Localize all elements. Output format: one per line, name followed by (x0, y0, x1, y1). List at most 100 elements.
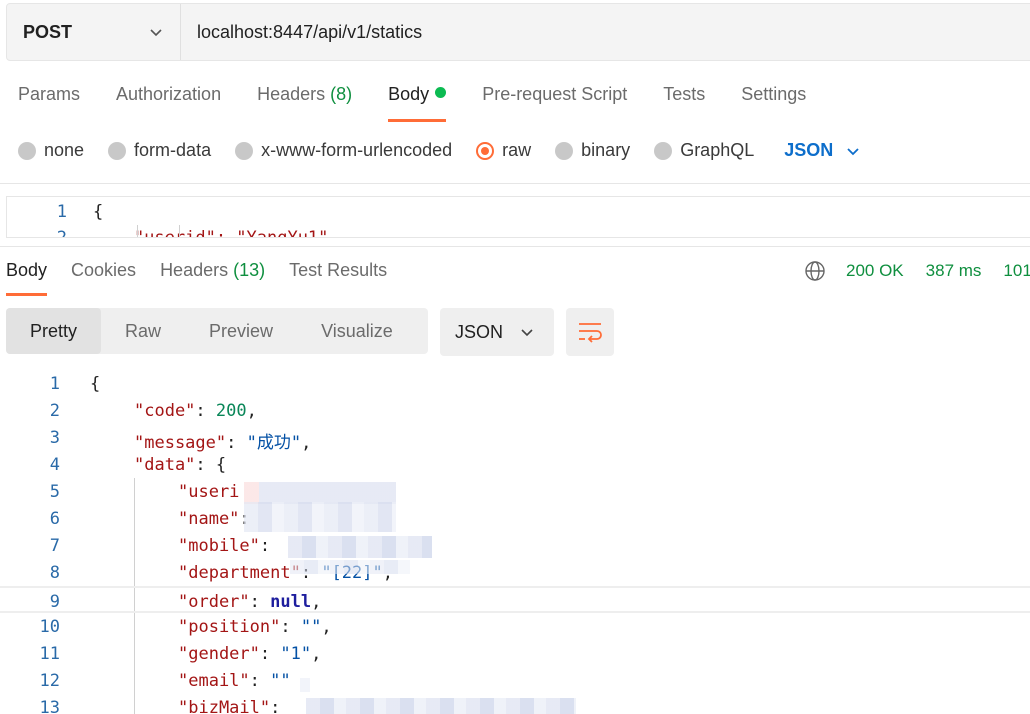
code-line-current: 9 "order": null, (0, 586, 1030, 613)
redacted-value (244, 482, 396, 504)
json-value: "" (300, 617, 322, 637)
radio-circle (235, 141, 254, 160)
response-time[interactable]: 387 ms (926, 261, 982, 281)
json-value: { (215, 455, 227, 475)
redacted-value (288, 536, 432, 558)
raw-format-label: JSON (784, 140, 834, 160)
line-number: 10 (39, 617, 60, 637)
tab-label: Headers (160, 260, 229, 280)
radio-none[interactable]: none (18, 140, 84, 161)
url-bar: POST localhost:8447/api/v1/statics (6, 3, 1030, 61)
tab-headers[interactable]: Headers (8) (257, 84, 352, 122)
line-number: 8 (49, 563, 60, 583)
radio-raw[interactable]: raw (476, 140, 531, 161)
response-format-select[interactable]: JSON (440, 308, 554, 356)
tab-label: Authorization (116, 84, 222, 104)
json-punct: , (311, 592, 322, 612)
tab-params[interactable]: Params (18, 84, 80, 122)
tab-label: Cookies (71, 260, 137, 280)
tab-response-headers[interactable]: Headers (13) (160, 260, 265, 296)
code-line: 10 "position": "", (0, 613, 1030, 640)
response-size[interactable]: 1012 (1003, 261, 1030, 281)
response-format-label: JSON (455, 321, 504, 342)
view-visualize[interactable]: Visualize (297, 308, 417, 354)
url-input[interactable]: localhost:8447/api/v1/statics (181, 22, 422, 43)
radio-circle (654, 141, 673, 160)
tab-tests[interactable]: Tests (663, 84, 705, 122)
response-tabs: Body Cookies Headers (13) Test Results (6, 260, 411, 296)
json-key: "position" (178, 617, 281, 637)
response-body-editor[interactable]: 1 { 2 "code": 200, 3 "message": "成功", 4 … (0, 370, 1030, 714)
json-key: "order" (178, 592, 250, 612)
json-key: "email" (178, 671, 250, 691)
request-body-editor[interactable]: 1 { 2 "userid": "YangYu1" (6, 196, 1030, 238)
brace: { (90, 374, 101, 394)
radio-label: form-data (134, 140, 212, 160)
radio-label: x-www-form-urlencoded (261, 140, 453, 160)
status-code[interactable]: 200 OK (846, 261, 904, 281)
tab-label: Body (6, 260, 48, 280)
wrap-lines-button[interactable] (566, 308, 614, 356)
radio-x-www-form-urlencoded[interactable]: x-www-form-urlencoded (235, 140, 452, 161)
radio-binary[interactable]: binary (555, 140, 630, 161)
code-line: 12 "email": "" (0, 667, 1030, 694)
json-value: "" (270, 671, 291, 691)
radio-circle (555, 141, 574, 160)
tab-authorization[interactable]: Authorization (116, 84, 221, 122)
method-select[interactable]: POST (7, 4, 181, 60)
code-line: 8 "department": "[22]", (0, 559, 1030, 586)
json-punct: , (311, 644, 322, 664)
line-number: 1 (49, 374, 60, 394)
divider (0, 246, 1030, 247)
view-pretty[interactable]: Pretty (6, 308, 102, 354)
line-number: 4 (49, 455, 60, 475)
line-number: 7 (49, 536, 60, 556)
tab-pre-request-script[interactable]: Pre-request Script (482, 84, 627, 122)
json-punct: , (321, 617, 332, 637)
headers-count: (8) (330, 84, 353, 104)
tab-test-results[interactable]: Test Results (289, 260, 387, 296)
json-value: 200 (215, 401, 247, 421)
code-line: 7 "mobile": (0, 532, 1030, 559)
wrap-lines-icon (579, 323, 602, 343)
json-punct: , (246, 401, 257, 421)
code-line: 2 "code": 200, (0, 397, 1030, 424)
globe-icon[interactable] (804, 260, 826, 282)
view-preview[interactable]: Preview (185, 308, 297, 354)
radio-graphql[interactable]: GraphQL (654, 140, 754, 161)
view-raw[interactable]: Raw (101, 308, 185, 354)
radio-label: binary (581, 140, 631, 160)
json-key: "message" (134, 433, 227, 453)
request-tabs: Params Authorization Headers (8) Body Pr… (18, 84, 842, 122)
redacted-value (300, 678, 310, 692)
radio-form-data[interactable]: form-data (108, 140, 211, 161)
tab-label: Params (18, 84, 81, 104)
line-number: 9 (49, 592, 60, 612)
line-number: 13 (39, 698, 60, 714)
method-label: POST (23, 21, 73, 42)
json-key: "name" (178, 509, 240, 529)
json-value: null (270, 592, 312, 612)
headers-count: (13) (233, 260, 266, 280)
tab-response-body[interactable]: Body (6, 260, 48, 296)
line-number: 2 (56, 228, 67, 238)
json-key: "mobile" (178, 536, 260, 556)
tab-body[interactable]: Body (388, 84, 447, 122)
radio-circle (18, 141, 36, 160)
code-line: 1 { (0, 370, 1030, 397)
body-indicator-dot (435, 87, 447, 98)
chevron-down-icon (847, 147, 859, 155)
line-number: 11 (39, 644, 60, 664)
raw-format-select[interactable]: JSON (784, 140, 861, 161)
tab-label: Settings (741, 84, 807, 104)
code-line: 3 "message": "成功", (0, 424, 1030, 453)
code-line: "userid": "YangYu1" (93, 228, 329, 238)
indent-guide (179, 225, 180, 237)
radio-label: none (44, 140, 85, 160)
tab-settings[interactable]: Settings (741, 84, 806, 122)
tab-cookies[interactable]: Cookies (71, 260, 136, 296)
radio-circle (108, 141, 127, 160)
tab-label: Headers (257, 84, 326, 104)
line-number: 3 (49, 428, 60, 448)
json-key: "useri (178, 482, 240, 502)
